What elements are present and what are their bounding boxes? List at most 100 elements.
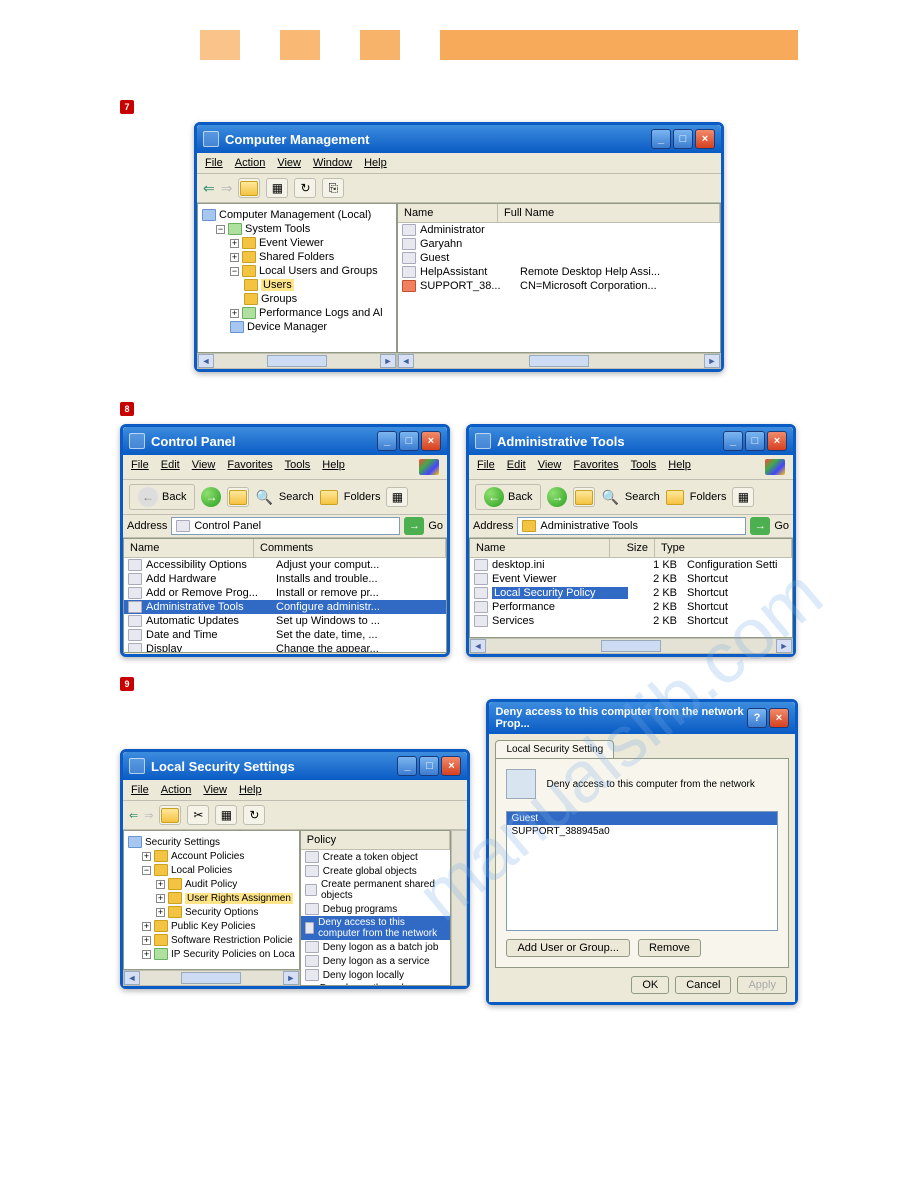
apply-button[interactable]: Apply: [737, 976, 787, 994]
tree-node[interactable]: +IP Security Policies on Loca: [128, 947, 295, 961]
tree-root[interactable]: Security Settings: [128, 835, 295, 849]
menu-view[interactable]: View: [203, 784, 227, 796]
up-button[interactable]: [238, 178, 260, 198]
export-button[interactable]: ⎘: [322, 178, 344, 198]
back-button[interactable]: ←Back: [129, 484, 195, 510]
add-user-button[interactable]: Add User or Group...: [506, 939, 630, 957]
policy-item[interactable]: Deny logon as a batch job: [301, 940, 451, 954]
minimize-button[interactable]: _: [397, 756, 417, 776]
minimize-button[interactable]: _: [651, 129, 671, 149]
menu-window[interactable]: Window: [313, 157, 352, 169]
titlebar[interactable]: Local Security Settings _□×: [123, 752, 467, 780]
address-input[interactable]: Administrative Tools: [517, 517, 746, 535]
tree-node[interactable]: −System Tools: [202, 222, 392, 236]
list-item[interactable]: Date and TimeSet the date, time, ...: [124, 628, 446, 642]
help-button[interactable]: ?: [747, 708, 767, 728]
tree-node-groups[interactable]: Groups: [202, 292, 392, 306]
menu-view[interactable]: View: [538, 459, 562, 475]
minimize-button[interactable]: _: [723, 431, 743, 451]
menu-action[interactable]: Action: [235, 157, 266, 169]
close-button[interactable]: ×: [695, 129, 715, 149]
expand-icon[interactable]: +: [230, 253, 239, 262]
props-button[interactable]: ▦: [215, 805, 237, 825]
list-item[interactable]: Performance2 KBShortcut: [470, 600, 792, 614]
tree-node[interactable]: +Event Viewer: [202, 236, 392, 250]
col-policy[interactable]: Policy: [301, 831, 451, 849]
list-item[interactable]: Accessibility OptionsAdjust your comput.…: [124, 558, 446, 572]
menu-favorites[interactable]: Favorites: [227, 459, 272, 475]
collapse-icon[interactable]: −: [216, 225, 225, 234]
close-button[interactable]: ×: [421, 431, 441, 451]
list-item[interactable]: Local Security Policy2 KBShortcut: [470, 586, 792, 600]
forward-icon[interactable]: ⇒: [221, 180, 233, 197]
ok-button[interactable]: OK: [631, 976, 669, 994]
scrollbar-horizontal[interactable]: ◄►: [397, 353, 721, 369]
address-input[interactable]: Control Panel: [171, 517, 400, 535]
user-row[interactable]: HelpAssistantRemote Desktop Help Assi...: [398, 265, 720, 279]
tree-node[interactable]: +Audit Policy: [128, 877, 295, 891]
folders-button[interactable]: Folders: [690, 491, 727, 503]
menu-file[interactable]: File: [131, 459, 149, 475]
go-button[interactable]: →: [750, 517, 770, 535]
forward-icon[interactable]: ⇒: [144, 809, 153, 822]
user-row[interactable]: Garyahn: [398, 237, 720, 251]
titlebar[interactable]: Computer Management _ □ ×: [197, 125, 721, 153]
list-item[interactable]: Event Viewer2 KBShortcut: [470, 572, 792, 586]
menu-tools[interactable]: Tools: [285, 459, 311, 475]
tree-node[interactable]: −Local Policies: [128, 863, 295, 877]
list-item[interactable]: Add or Remove Prog...Install or remove p…: [124, 586, 446, 600]
folders-button[interactable]: Folders: [344, 491, 381, 503]
up-button[interactable]: [573, 487, 595, 507]
list-item[interactable]: DisplayChange the appear...: [124, 642, 446, 653]
policy-item[interactable]: Deny logon locally: [301, 968, 451, 982]
policy-item[interactable]: Create a token object: [301, 850, 451, 864]
props-button[interactable]: ▦: [266, 178, 288, 198]
menu-file[interactable]: File: [205, 157, 223, 169]
views-button[interactable]: ▦: [386, 487, 408, 507]
menu-help[interactable]: Help: [322, 459, 345, 475]
menu-favorites[interactable]: Favorites: [573, 459, 618, 475]
titlebar[interactable]: Deny access to this computer from the ne…: [489, 702, 795, 734]
menu-file[interactable]: File: [131, 784, 149, 796]
maximize-button[interactable]: □: [673, 129, 693, 149]
col-type[interactable]: Type: [655, 539, 792, 557]
policy-item[interactable]: Debug programs: [301, 902, 451, 916]
forward-button[interactable]: →: [547, 487, 567, 507]
tree-node[interactable]: −Local Users and Groups: [202, 264, 392, 278]
minimize-button[interactable]: _: [377, 431, 397, 451]
menu-help[interactable]: Help: [364, 157, 387, 169]
policy-item[interactable]: Deny access to this computer from the ne…: [301, 916, 451, 940]
list-item[interactable]: desktop.ini1 KBConfiguration Setti: [470, 558, 792, 572]
policy-item[interactable]: Deny logon as a service: [301, 954, 451, 968]
menu-edit[interactable]: Edit: [161, 459, 180, 475]
user-row[interactable]: Guest: [398, 251, 720, 265]
back-icon[interactable]: ⇐: [129, 809, 138, 822]
list-item[interactable]: Administrative ToolsConfigure administr.…: [124, 600, 446, 614]
close-button[interactable]: ×: [769, 708, 789, 728]
tree-node[interactable]: +Account Policies: [128, 849, 295, 863]
collapse-icon[interactable]: −: [230, 267, 239, 276]
tree-node[interactable]: +Public Key Policies: [128, 919, 295, 933]
list-item[interactable]: Services2 KBShortcut: [470, 614, 792, 628]
menu-edit[interactable]: Edit: [507, 459, 526, 475]
users-listbox[interactable]: Guest SUPPORT_388945a0: [506, 811, 778, 931]
go-button[interactable]: →: [404, 517, 424, 535]
titlebar[interactable]: Control Panel _□×: [123, 427, 447, 455]
back-button[interactable]: ←Back: [475, 484, 541, 510]
menu-file[interactable]: File: [477, 459, 495, 475]
close-button[interactable]: ×: [767, 431, 787, 451]
menu-tools[interactable]: Tools: [631, 459, 657, 475]
maximize-button[interactable]: □: [399, 431, 419, 451]
user-row[interactable]: SUPPORT_38...CN=Microsoft Corporation...: [398, 279, 720, 293]
views-button[interactable]: ▦: [732, 487, 754, 507]
up-button[interactable]: [159, 805, 181, 825]
titlebar[interactable]: Administrative Tools _□×: [469, 427, 793, 455]
list-item[interactable]: Guest: [507, 812, 777, 825]
refresh-button[interactable]: ↻: [294, 178, 316, 198]
search-button[interactable]: Search: [625, 491, 660, 503]
menu-action[interactable]: Action: [161, 784, 192, 796]
search-button[interactable]: Search: [279, 491, 314, 503]
scrollbar-vertical[interactable]: [451, 830, 467, 986]
tree-node[interactable]: +Performance Logs and Al: [202, 306, 392, 320]
list-item[interactable]: SUPPORT_388945a0: [507, 825, 777, 838]
